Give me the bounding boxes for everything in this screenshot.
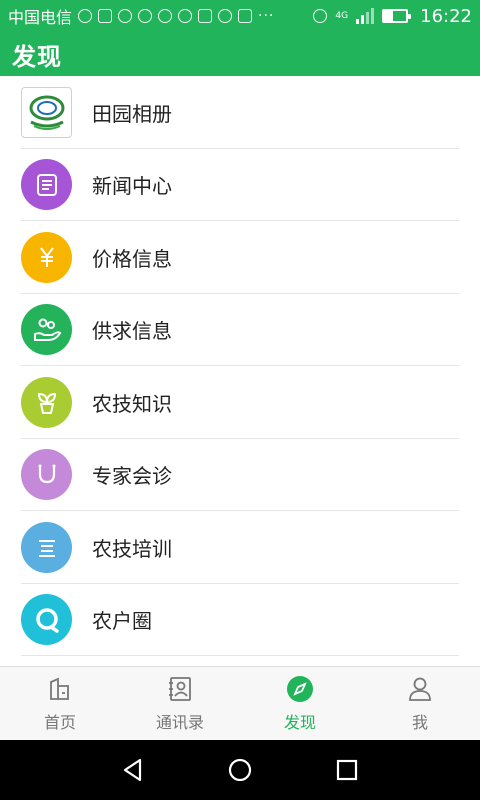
list-item-label: 农技培训 xyxy=(92,536,172,561)
recents-button[interactable] xyxy=(327,750,367,790)
app-header: 发现 xyxy=(0,32,480,76)
battery-icon xyxy=(382,9,412,23)
back-button[interactable] xyxy=(113,750,153,790)
more-notifications-indicator: ··· xyxy=(258,8,275,24)
tab-me[interactable]: 我 xyxy=(360,667,480,740)
list-item-training[interactable]: 农技培训 xyxy=(0,511,480,584)
list-item-circle[interactable]: 农户圈 xyxy=(0,584,480,657)
tab-home[interactable]: 首页 xyxy=(0,667,120,740)
recents-square-icon xyxy=(336,759,357,781)
list-item-label: 农户圈 xyxy=(92,609,152,634)
list-item-label: 新闻中心 xyxy=(92,174,172,199)
image-icon xyxy=(198,9,213,23)
newspaper-icon xyxy=(21,159,72,211)
compass-icon xyxy=(286,675,314,703)
tab-contacts[interactable]: 通讯录 xyxy=(120,667,240,740)
tab-contacts-label: 通讯录 xyxy=(155,712,204,732)
list-item-label: 农技知识 xyxy=(92,391,172,416)
tab-me-label: 我 xyxy=(411,712,428,732)
list-item-label: 田园相册 xyxy=(92,101,172,126)
clock: 16:22 xyxy=(420,5,472,27)
back-triangle-icon xyxy=(124,758,142,782)
list-item-album[interactable]: 田园相册 xyxy=(0,76,480,149)
tab-home-label: 首页 xyxy=(43,712,76,732)
hand-people-icon xyxy=(21,304,72,356)
home-button[interactable] xyxy=(220,750,260,790)
list-item-supply[interactable]: 供求信息 xyxy=(0,294,480,367)
qq-icon xyxy=(118,9,133,23)
stethoscope-icon xyxy=(21,449,72,501)
list-item-label: 专家会诊 xyxy=(92,464,172,489)
list-item-label: 供求信息 xyxy=(92,319,172,344)
album-logo-icon xyxy=(21,86,72,138)
wechat-icon-2 xyxy=(178,9,193,23)
home-icon xyxy=(46,675,74,703)
sim-icon xyxy=(98,9,113,23)
bottom-nav: 首页 通讯录 发现 我 xyxy=(0,666,480,740)
tab-discover-label: 发现 xyxy=(283,712,316,732)
tab-discover[interactable]: 发现 xyxy=(240,667,360,740)
lines-icon xyxy=(21,521,72,573)
system-nav-bar xyxy=(0,740,480,800)
yuan-icon xyxy=(21,231,72,283)
alarm-icon xyxy=(313,9,328,23)
page-title: 发现 xyxy=(12,42,62,71)
list-item-price[interactable]: 价格信息 xyxy=(0,221,480,294)
list-item-expert[interactable]: 专家会诊 xyxy=(0,439,480,512)
carrier-label: 中国电信 xyxy=(8,8,73,27)
wechat-icon xyxy=(158,9,173,23)
qq-icon-2 xyxy=(138,9,153,23)
home-circle-icon xyxy=(228,758,252,782)
contacts-icon xyxy=(166,675,194,703)
list-item-news[interactable]: 新闻中心 xyxy=(0,149,480,222)
sprout-icon xyxy=(21,376,72,428)
discover-list: 田园相册 新闻中心 价格信息 供求信息 农技知识 专家会诊 农技培训 农户圈 xyxy=(0,76,480,666)
list-item-label: 价格信息 xyxy=(92,246,172,271)
keyboard-icon xyxy=(238,9,253,23)
notification-icon xyxy=(78,9,93,23)
list-item-knowledge[interactable]: 农技知识 xyxy=(0,366,480,439)
network-type-label: 4G xyxy=(335,10,349,21)
chat-circle-icon xyxy=(21,594,72,646)
blocked-icon xyxy=(218,9,233,23)
signal-icon xyxy=(356,8,375,24)
status-bar: 中国电信 ··· 4G 16:22 xyxy=(0,0,480,32)
person-icon xyxy=(406,675,434,703)
